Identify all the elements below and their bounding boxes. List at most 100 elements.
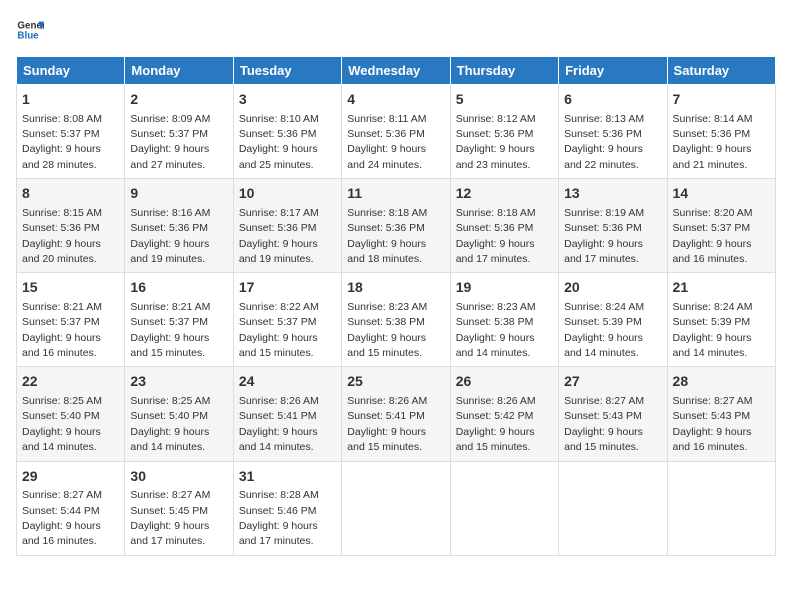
day-info: Sunrise: 8:25 AMSunset: 5:40 PMDaylight:… — [22, 395, 102, 453]
day-info: Sunrise: 8:17 AMSunset: 5:36 PMDaylight:… — [239, 207, 319, 265]
day-number: 17 — [239, 278, 336, 298]
day-number: 26 — [456, 372, 553, 392]
calendar-header-cell: Saturday — [667, 57, 775, 85]
day-info: Sunrise: 8:28 AMSunset: 5:46 PMDaylight:… — [239, 489, 319, 547]
day-number: 24 — [239, 372, 336, 392]
calendar-day-cell — [559, 461, 667, 555]
calendar-header-cell: Sunday — [17, 57, 125, 85]
day-number: 28 — [673, 372, 770, 392]
day-info: Sunrise: 8:14 AMSunset: 5:36 PMDaylight:… — [673, 113, 753, 171]
day-number: 31 — [239, 467, 336, 487]
calendar-header-cell: Monday — [125, 57, 233, 85]
calendar-day-cell: 23 Sunrise: 8:25 AMSunset: 5:40 PMDayligh… — [125, 367, 233, 461]
day-info: Sunrise: 8:10 AMSunset: 5:36 PMDaylight:… — [239, 113, 319, 171]
day-number: 13 — [564, 184, 661, 204]
calendar-day-cell: 11 Sunrise: 8:18 AMSunset: 5:36 PMDayligh… — [342, 179, 450, 273]
calendar-day-cell: 14 Sunrise: 8:20 AMSunset: 5:37 PMDayligh… — [667, 179, 775, 273]
day-number: 23 — [130, 372, 227, 392]
calendar-day-cell: 4Sunrise: 8:11 AMSunset: 5:36 PMDaylight… — [342, 85, 450, 179]
day-info: Sunrise: 8:26 AMSunset: 5:42 PMDaylight:… — [456, 395, 536, 453]
calendar-day-cell: 12 Sunrise: 8:18 AMSunset: 5:36 PMDayligh… — [450, 179, 558, 273]
day-info: Sunrise: 8:15 AMSunset: 5:36 PMDaylight:… — [22, 207, 102, 265]
day-number: 16 — [130, 278, 227, 298]
day-info: Sunrise: 8:21 AMSunset: 5:37 PMDaylight:… — [130, 301, 210, 359]
calendar-header-row: SundayMondayTuesdayWednesdayThursdayFrid… — [17, 57, 776, 85]
day-info: Sunrise: 8:11 AMSunset: 5:36 PMDaylight:… — [347, 113, 426, 171]
calendar-header-cell: Tuesday — [233, 57, 341, 85]
day-info: Sunrise: 8:26 AMSunset: 5:41 PMDaylight:… — [347, 395, 427, 453]
calendar-day-cell — [450, 461, 558, 555]
calendar-day-cell: 15 Sunrise: 8:21 AMSunset: 5:37 PMDayligh… — [17, 273, 125, 367]
calendar-day-cell: 26 Sunrise: 8:26 AMSunset: 5:42 PMDayligh… — [450, 367, 558, 461]
day-info: Sunrise: 8:27 AMSunset: 5:43 PMDaylight:… — [673, 395, 753, 453]
page-header: General Blue — [16, 16, 776, 44]
logo-icon: General Blue — [16, 16, 44, 44]
day-number: 7 — [673, 90, 770, 110]
day-info: Sunrise: 8:18 AMSunset: 5:36 PMDaylight:… — [347, 207, 427, 265]
calendar-day-cell: 9 Sunrise: 8:16 AMSunset: 5:36 PMDaylight… — [125, 179, 233, 273]
day-number: 20 — [564, 278, 661, 298]
calendar-day-cell: 8Sunrise: 8:15 AMSunset: 5:36 PMDaylight… — [17, 179, 125, 273]
calendar-day-cell: 27 Sunrise: 8:27 AMSunset: 5:43 PMDayligh… — [559, 367, 667, 461]
calendar-day-cell: 5 Sunrise: 8:12 AMSunset: 5:36 PMDaylight… — [450, 85, 558, 179]
calendar-day-cell — [342, 461, 450, 555]
calendar-day-cell: 6 Sunrise: 8:13 AMSunset: 5:36 PMDaylight… — [559, 85, 667, 179]
day-info: Sunrise: 8:18 AMSunset: 5:36 PMDaylight:… — [456, 207, 536, 265]
day-info: Sunrise: 8:27 AMSunset: 5:45 PMDaylight:… — [130, 489, 210, 547]
calendar-week-row: 22 Sunrise: 8:25 AMSunset: 5:40 PMDayligh… — [17, 367, 776, 461]
day-number: 29 — [22, 467, 119, 487]
day-info: Sunrise: 8:16 AMSunset: 5:36 PMDaylight:… — [130, 207, 210, 265]
calendar-day-cell: 2 Sunrise: 8:09 AMSunset: 5:37 PMDaylight… — [125, 85, 233, 179]
calendar-day-cell: 21Sunrise: 8:24 AMSunset: 5:39 PMDayligh… — [667, 273, 775, 367]
calendar-day-cell: 16 Sunrise: 8:21 AMSunset: 5:37 PMDayligh… — [125, 273, 233, 367]
calendar-header-cell: Thursday — [450, 57, 558, 85]
day-info: Sunrise: 8:08 AMSunset: 5:37 PMDaylight:… — [22, 113, 102, 171]
day-number: 2 — [130, 90, 227, 110]
day-number: 12 — [456, 184, 553, 204]
calendar-week-row: 29Sunrise: 8:27 AMSunset: 5:44 PMDayligh… — [17, 461, 776, 555]
calendar-day-cell: 30Sunrise: 8:27 AMSunset: 5:45 PMDayligh… — [125, 461, 233, 555]
day-number: 22 — [22, 372, 119, 392]
day-number: 19 — [456, 278, 553, 298]
day-info: Sunrise: 8:19 AMSunset: 5:36 PMDaylight:… — [564, 207, 644, 265]
day-number: 1 — [22, 90, 119, 110]
day-number: 21 — [673, 278, 770, 298]
calendar-day-cell: 7 Sunrise: 8:14 AMSunset: 5:36 PMDaylight… — [667, 85, 775, 179]
calendar-day-cell: 24Sunrise: 8:26 AMSunset: 5:41 PMDayligh… — [233, 367, 341, 461]
calendar-day-cell: 19Sunrise: 8:23 AMSunset: 5:38 PMDayligh… — [450, 273, 558, 367]
day-info: Sunrise: 8:24 AMSunset: 5:39 PMDaylight:… — [564, 301, 644, 359]
calendar-day-cell: 20 Sunrise: 8:24 AMSunset: 5:39 PMDayligh… — [559, 273, 667, 367]
day-number: 30 — [130, 467, 227, 487]
day-number: 14 — [673, 184, 770, 204]
calendar-header-cell: Wednesday — [342, 57, 450, 85]
day-info: Sunrise: 8:09 AMSunset: 5:37 PMDaylight:… — [130, 113, 210, 171]
calendar-table: SundayMondayTuesdayWednesdayThursdayFrid… — [16, 56, 776, 556]
day-number: 18 — [347, 278, 444, 298]
day-number: 9 — [130, 184, 227, 204]
calendar-header-cell: Friday — [559, 57, 667, 85]
day-info: Sunrise: 8:12 AMSunset: 5:36 PMDaylight:… — [456, 113, 536, 171]
calendar-day-cell: 25 Sunrise: 8:26 AMSunset: 5:41 PMDayligh… — [342, 367, 450, 461]
calendar-week-row: 15 Sunrise: 8:21 AMSunset: 5:37 PMDayligh… — [17, 273, 776, 367]
day-number: 3 — [239, 90, 336, 110]
logo: General Blue — [16, 16, 48, 44]
day-info: Sunrise: 8:20 AMSunset: 5:37 PMDaylight:… — [673, 207, 753, 265]
day-number: 27 — [564, 372, 661, 392]
day-info: Sunrise: 8:25 AMSunset: 5:40 PMDaylight:… — [130, 395, 210, 453]
day-info: Sunrise: 8:27 AMSunset: 5:44 PMDaylight:… — [22, 489, 102, 547]
day-number: 25 — [347, 372, 444, 392]
day-number: 11 — [347, 184, 444, 204]
calendar-day-cell: 10Sunrise: 8:17 AMSunset: 5:36 PMDayligh… — [233, 179, 341, 273]
day-info: Sunrise: 8:21 AMSunset: 5:37 PMDaylight:… — [22, 301, 102, 359]
day-info: Sunrise: 8:13 AMSunset: 5:36 PMDaylight:… — [564, 113, 644, 171]
day-number: 15 — [22, 278, 119, 298]
day-number: 5 — [456, 90, 553, 110]
calendar-day-cell: 3 Sunrise: 8:10 AMSunset: 5:36 PMDaylight… — [233, 85, 341, 179]
calendar-day-cell: 22 Sunrise: 8:25 AMSunset: 5:40 PMDayligh… — [17, 367, 125, 461]
day-info: Sunrise: 8:23 AMSunset: 5:38 PMDaylight:… — [347, 301, 427, 359]
day-info: Sunrise: 8:22 AMSunset: 5:37 PMDaylight:… — [239, 301, 319, 359]
calendar-day-cell: 18 Sunrise: 8:23 AMSunset: 5:38 PMDayligh… — [342, 273, 450, 367]
day-number: 6 — [564, 90, 661, 110]
day-info: Sunrise: 8:27 AMSunset: 5:43 PMDaylight:… — [564, 395, 644, 453]
calendar-week-row: 1 Sunrise: 8:08 AMSunset: 5:37 PMDaylight… — [17, 85, 776, 179]
